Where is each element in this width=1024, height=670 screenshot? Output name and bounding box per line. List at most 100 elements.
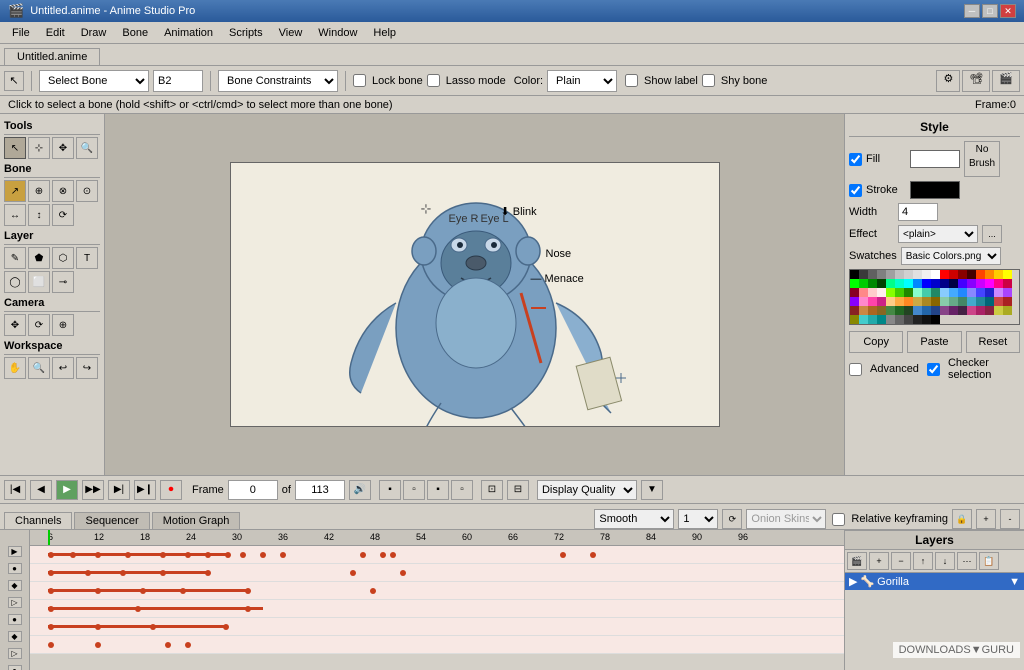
- size-btn[interactable]: ⊟: [507, 480, 529, 500]
- color-cell[interactable]: [958, 279, 967, 288]
- color-cell[interactable]: [859, 306, 868, 315]
- menu-item-animation[interactable]: Animation: [156, 25, 221, 41]
- reset-button[interactable]: Reset: [966, 331, 1020, 353]
- color-cell[interactable]: [994, 297, 1003, 306]
- layers-tb-3[interactable]: −: [891, 552, 911, 570]
- color-cell[interactable]: [859, 288, 868, 297]
- color-cell[interactable]: [994, 306, 1003, 315]
- color-cell[interactable]: [1003, 297, 1012, 306]
- color-cell[interactable]: [868, 270, 877, 279]
- show-label-checkbox[interactable]: [625, 74, 638, 87]
- color-cell[interactable]: [877, 288, 886, 297]
- color-cell[interactable]: [958, 288, 967, 297]
- play-btn[interactable]: ▶: [56, 480, 78, 500]
- color-cell[interactable]: [976, 279, 985, 288]
- color-cell[interactable]: [940, 306, 949, 315]
- bone-constraints-dropdown[interactable]: Bone Constraints: [218, 70, 338, 92]
- color-cell[interactable]: [904, 270, 913, 279]
- color-cell[interactable]: [922, 288, 931, 297]
- layers-tb-6[interactable]: ⋯: [957, 552, 977, 570]
- select-tool[interactable]: ↖: [4, 137, 26, 159]
- color-cell[interactable]: [877, 315, 886, 324]
- color-cell[interactable]: [994, 288, 1003, 297]
- maximize-button[interactable]: □: [982, 4, 998, 18]
- color-cell[interactable]: [904, 297, 913, 306]
- view-2[interactable]: ▫: [403, 480, 425, 500]
- color-cell[interactable]: [895, 270, 904, 279]
- frame-number-input[interactable]: [228, 480, 278, 500]
- color-cell[interactable]: [913, 288, 922, 297]
- color-cell[interactable]: [931, 288, 940, 297]
- color-cell[interactable]: [850, 306, 859, 315]
- relative-keyframing-checkbox[interactable]: [832, 513, 845, 526]
- workspace-tool-2[interactable]: 🔍: [28, 357, 50, 379]
- next-sec-btn[interactable]: ▶|: [108, 480, 130, 500]
- color-cell[interactable]: [904, 315, 913, 324]
- prev-start-btn[interactable]: |◀: [4, 480, 26, 500]
- total-frames-input[interactable]: [295, 480, 345, 500]
- color-cell[interactable]: [949, 297, 958, 306]
- no-brush-button[interactable]: NoBrush: [964, 141, 1000, 177]
- menu-item-window[interactable]: Window: [310, 25, 365, 41]
- fill-checkbox[interactable]: [849, 153, 862, 166]
- tl-cycle-btn[interactable]: ⟳: [722, 509, 742, 529]
- next-frame-btn[interactable]: ▶▶: [82, 480, 104, 500]
- color-cell[interactable]: [931, 297, 940, 306]
- color-cell[interactable]: [913, 315, 922, 324]
- tl-lock-btn[interactable]: 🔒: [952, 509, 972, 529]
- lock-bone-checkbox[interactable]: [353, 74, 366, 87]
- bone-tool-6[interactable]: ↕: [28, 204, 50, 226]
- color-cell[interactable]: [949, 288, 958, 297]
- color-cell[interactable]: [994, 270, 1003, 279]
- view-mode-btn[interactable]: ⊡: [481, 480, 503, 500]
- color-cell[interactable]: [985, 288, 994, 297]
- tl-zoom-out[interactable]: -: [1000, 509, 1020, 529]
- close-button[interactable]: ✕: [1000, 4, 1016, 18]
- move-tool[interactable]: ✥: [52, 137, 74, 159]
- menu-item-file[interactable]: File: [4, 25, 38, 41]
- color-cell[interactable]: [868, 288, 877, 297]
- color-cell[interactable]: [886, 306, 895, 315]
- color-cell[interactable]: [1003, 279, 1012, 288]
- color-cell[interactable]: [904, 306, 913, 315]
- tl-side-5[interactable]: ●: [8, 614, 22, 625]
- onion-skins-select[interactable]: Onion Skins: [746, 509, 826, 529]
- layers-tb-7[interactable]: 📋: [979, 552, 999, 570]
- layer-tool-3[interactable]: ⬡: [52, 247, 74, 269]
- shy-bone-checkbox[interactable]: [702, 74, 715, 87]
- color-cell[interactable]: [958, 270, 967, 279]
- tl-side-3[interactable]: ◆: [8, 580, 22, 591]
- color-cell[interactable]: [985, 270, 994, 279]
- color-cell[interactable]: [895, 297, 904, 306]
- layer-tool-6[interactable]: ⬜: [28, 271, 50, 293]
- menu-item-draw[interactable]: Draw: [73, 25, 115, 41]
- bone-id-input[interactable]: [153, 70, 203, 92]
- color-cell[interactable]: [886, 315, 895, 324]
- view-4[interactable]: ▫: [451, 480, 473, 500]
- select-bone-dropdown[interactable]: Select Bone: [39, 70, 149, 92]
- tl-side-1[interactable]: ▶: [8, 546, 22, 557]
- color-cell[interactable]: [859, 270, 868, 279]
- camera-tool-2[interactable]: ⟳: [28, 314, 50, 336]
- tl-zoom-in[interactable]: +: [976, 509, 996, 529]
- menu-item-view[interactable]: View: [271, 25, 311, 41]
- color-cell[interactable]: [850, 270, 859, 279]
- color-cell[interactable]: [859, 315, 868, 324]
- camera-tool-1[interactable]: ✥: [4, 314, 26, 336]
- stroke-color-swatch[interactable]: [910, 181, 960, 199]
- color-cell[interactable]: [877, 270, 886, 279]
- lasso-mode-checkbox[interactable]: [427, 74, 440, 87]
- audio-btn[interactable]: 🔊: [349, 480, 371, 500]
- color-cell[interactable]: [1003, 270, 1012, 279]
- color-cell[interactable]: [859, 297, 868, 306]
- menu-item-scripts[interactable]: Scripts: [221, 25, 271, 41]
- record-btn[interactable]: ⏺: [160, 480, 182, 500]
- color-cell[interactable]: [922, 270, 931, 279]
- quality-arrow[interactable]: ▼: [641, 480, 663, 500]
- color-cell[interactable]: [922, 297, 931, 306]
- color-cell[interactable]: [976, 288, 985, 297]
- color-cell[interactable]: [904, 279, 913, 288]
- layers-tb-4[interactable]: ↑: [913, 552, 933, 570]
- color-cell[interactable]: [913, 306, 922, 315]
- layer-tool-5[interactable]: ◯: [4, 271, 26, 293]
